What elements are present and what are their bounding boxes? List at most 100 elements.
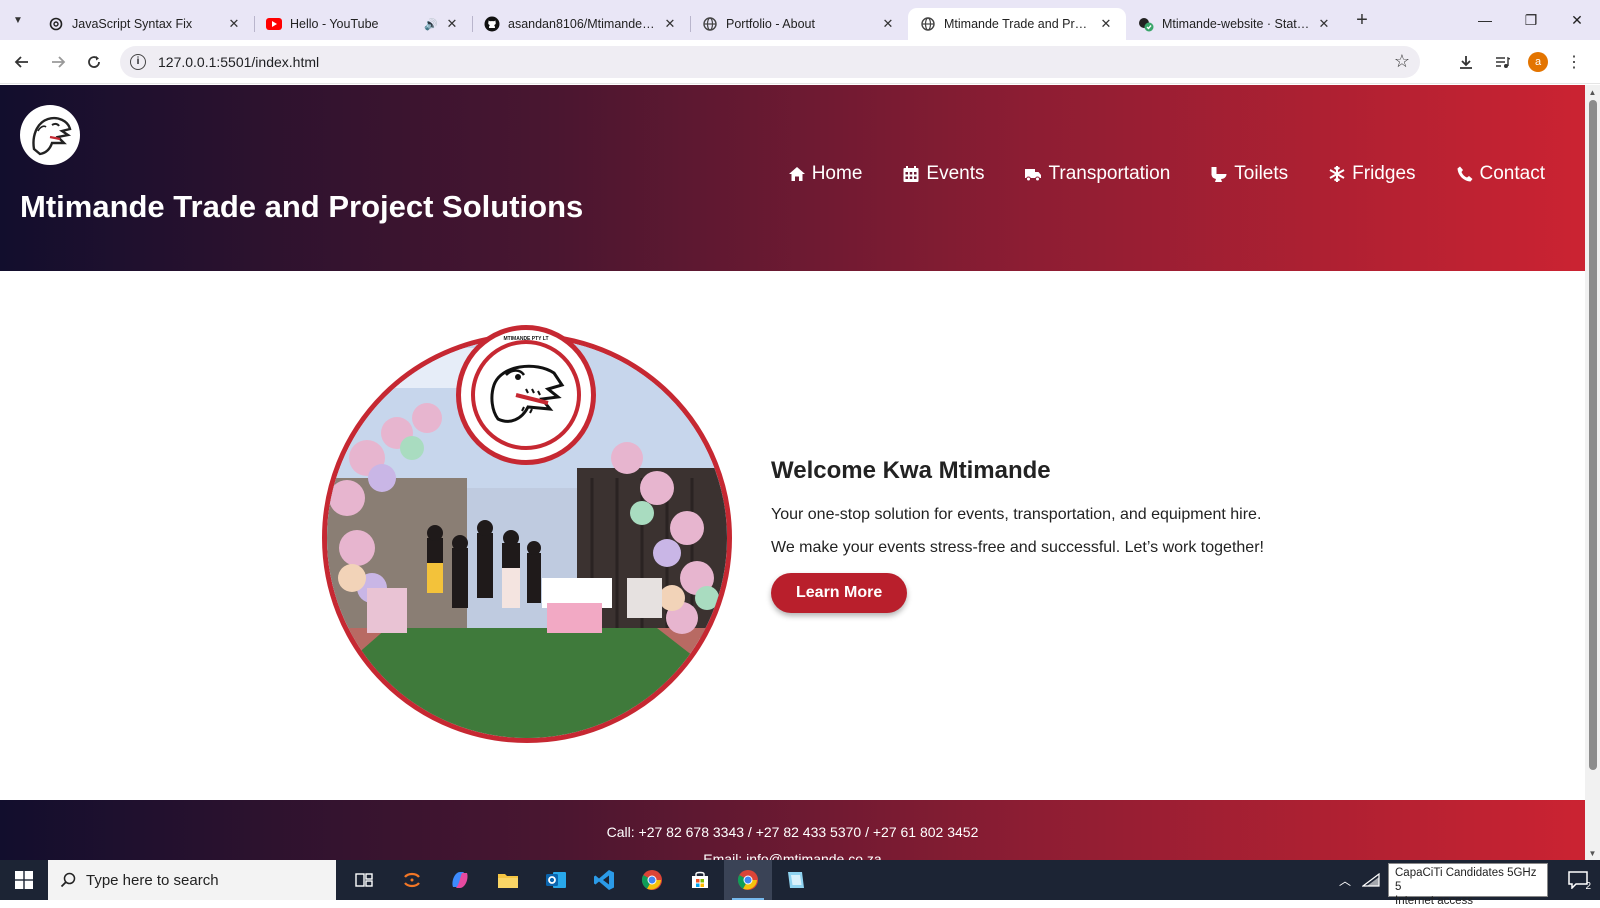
nav-label: Events	[926, 163, 985, 184]
close-icon[interactable]: ✕	[226, 16, 242, 32]
openai-icon	[48, 16, 64, 32]
main-nav: Home Events Transportation Toilets Fridg…	[788, 163, 1545, 185]
site-header: Mtimande Trade and Project Solutions Hom…	[0, 85, 1585, 271]
scrollbar-thumb[interactable]	[1589, 100, 1597, 770]
browser-menu-icon[interactable]: ⋮	[1556, 44, 1592, 80]
globe-icon	[702, 16, 718, 32]
copilot-icon[interactable]	[436, 860, 484, 900]
site-logo[interactable]	[20, 105, 80, 165]
globe-icon	[920, 16, 936, 32]
browser-toolbar: i 127.0.0.1:5501/index.html ☆ a ⋮	[0, 40, 1600, 84]
nav-label: Transportation	[1048, 163, 1171, 184]
back-button[interactable]	[4, 44, 40, 80]
nav-home[interactable]: Home	[788, 163, 863, 185]
close-icon[interactable]: ✕	[444, 16, 460, 32]
github-icon	[484, 16, 500, 32]
nav-events[interactable]: Events	[902, 163, 984, 185]
nav-label: Fridges	[1352, 163, 1416, 184]
url-text[interactable]: 127.0.0.1:5501/index.html	[158, 54, 1394, 70]
site-info-icon[interactable]: i	[130, 53, 146, 70]
tab-youtube[interactable]: Hello - YouTube 🔊 ✕	[254, 8, 472, 40]
arrow-left-icon	[14, 55, 28, 68]
nav-transportation[interactable]: Transportation	[1024, 163, 1170, 185]
forward-button[interactable]	[40, 44, 76, 80]
snipping-tool-icon[interactable]	[772, 860, 820, 900]
download-icon[interactable]	[1448, 44, 1484, 80]
task-view-icon[interactable]	[340, 860, 388, 900]
tab-github[interactable]: asandan8106/Mtimande-website ✕	[472, 8, 690, 40]
chrome-active-icon[interactable]	[724, 860, 772, 900]
page-scrollbar[interactable]: ▲ ▼	[1585, 85, 1600, 860]
tab-javascript-syntax-fix[interactable]: JavaScript Syntax Fix ✕	[36, 8, 254, 40]
crocodile-logo-icon	[478, 347, 574, 443]
scroll-up-icon[interactable]: ▲	[1585, 85, 1600, 99]
start-button[interactable]	[0, 860, 48, 900]
nav-fridges[interactable]: Fridges	[1328, 163, 1416, 185]
taskbar-search-input[interactable]: Type here to search	[48, 860, 336, 900]
windows-taskbar: Type here to search ︿ CapaCiTi Candidate…	[0, 860, 1600, 907]
vscode-icon[interactable]	[580, 860, 628, 900]
tab-portfolio-about[interactable]: Portfolio - About ✕	[690, 8, 908, 40]
tab-title: Mtimande Trade and Project Solutions	[944, 17, 1092, 31]
site-footer: Call: +27 82 678 3343 / +27 82 433 5370 …	[0, 800, 1585, 860]
close-icon[interactable]: ✕	[662, 16, 678, 32]
tab-title: Portfolio - About	[726, 17, 815, 31]
media-control-icon[interactable]	[1484, 44, 1520, 80]
address-bar[interactable]: i 127.0.0.1:5501/index.html ☆	[120, 45, 1420, 78]
nav-label: Toilets	[1234, 163, 1289, 184]
tab-render-static-site[interactable]: Mtimande-website · Static Site ✕	[1126, 8, 1344, 40]
minimize-button[interactable]: —	[1462, 0, 1508, 40]
tab-title: Hello - YouTube	[290, 17, 379, 31]
reload-icon	[88, 55, 100, 68]
tab-search-button[interactable]: ▼	[0, 0, 36, 40]
browser-tab-bar: ▼ JavaScript Syntax Fix ✕ Hello - YouTub…	[0, 0, 1600, 40]
learn-more-button[interactable]: Learn More	[771, 573, 908, 613]
hero-paragraph-1: Your one-stop solution for events, trans…	[771, 506, 1262, 523]
speaker-icon[interactable]: 🔊	[424, 18, 438, 31]
jupyter-icon[interactable]	[388, 860, 436, 900]
file-explorer-icon[interactable]	[484, 860, 532, 900]
close-icon[interactable]: ✕	[1316, 16, 1332, 32]
system-tray: ︿ CapaCiTi Candidates 5GHz 5 Internet ac…	[1332, 860, 1600, 907]
calendar-icon	[903, 166, 919, 182]
profile-button[interactable]: a	[1520, 44, 1556, 80]
windows-logo-icon	[15, 871, 33, 889]
nav-label: Home	[811, 163, 863, 184]
phone-icon	[1457, 166, 1473, 182]
chevron-up-icon[interactable]: ︿	[1332, 860, 1358, 900]
hero-paragraph-2: We make your events stress-free and succ…	[771, 539, 1264, 556]
nav-label: Contact	[1479, 163, 1545, 184]
search-icon	[60, 872, 76, 888]
wifi-tooltip: CapaCiTi Candidates 5GHz 5 Internet acce…	[1388, 863, 1548, 907]
chrome-icon[interactable]	[628, 860, 676, 900]
wifi-icon[interactable]	[1358, 860, 1384, 900]
tab-mtimande-active[interactable]: Mtimande Trade and Project Solutions ✕	[908, 8, 1126, 40]
new-tab-button[interactable]: +	[1344, 9, 1380, 32]
tab-title: JavaScript Syntax Fix	[72, 17, 193, 31]
close-window-button[interactable]: ✕	[1554, 0, 1600, 40]
bookmark-star-icon[interactable]: ☆	[1394, 51, 1410, 72]
restore-button[interactable]: ❐	[1508, 0, 1554, 40]
search-placeholder: Type here to search	[86, 871, 219, 889]
avatar: a	[1528, 51, 1548, 72]
arrow-right-icon	[52, 55, 66, 68]
close-icon[interactable]: ✕	[880, 16, 896, 32]
hero-content: Welcome Kwa Mtimande Your one-stop solut…	[771, 457, 1331, 613]
microsoft-store-icon[interactable]	[676, 860, 724, 900]
nav-toilets[interactable]: Toilets	[1210, 163, 1288, 185]
close-icon[interactable]: ✕	[1098, 16, 1114, 32]
company-badge-logo: MTIMANDE PTY LT	[456, 325, 596, 465]
snowflake-icon	[1329, 166, 1345, 182]
notification-center-button[interactable]: 2	[1556, 860, 1600, 900]
scroll-down-icon[interactable]: ▼	[1585, 846, 1600, 860]
reload-button[interactable]	[76, 44, 112, 80]
dinosaur-logo-icon	[32, 116, 72, 156]
toilet-icon	[1211, 167, 1227, 182]
footer-call-text: Call: +27 82 678 3343 / +27 82 433 5370 …	[606, 824, 979, 840]
outlook-icon[interactable]	[532, 860, 580, 900]
wifi-network-name: CapaCiTi Candidates 5GHz 5	[1395, 867, 1537, 893]
nav-contact[interactable]: Contact	[1456, 163, 1545, 185]
youtube-icon	[266, 16, 282, 32]
badge-text: MTIMANDE PTY LT	[503, 336, 549, 342]
truck-icon	[1025, 169, 1042, 182]
